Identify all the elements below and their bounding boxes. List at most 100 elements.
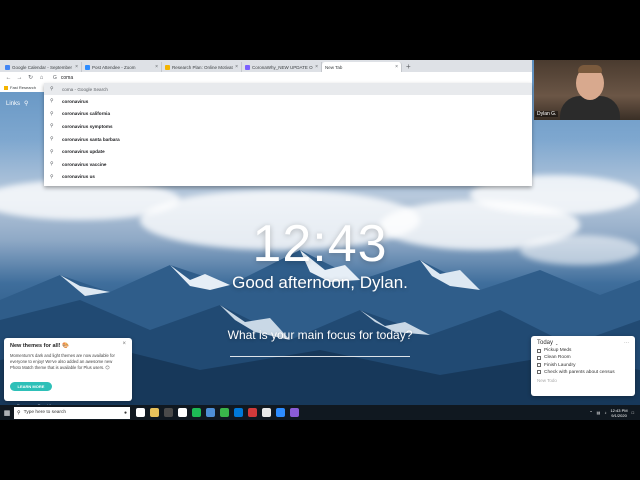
close-icon[interactable]: × — [155, 64, 158, 70]
todo-item[interactable]: Finish Laundry — [537, 363, 629, 368]
todo-title[interactable]: Today — [537, 340, 553, 346]
focus-input[interactable] — [230, 356, 410, 357]
search-icon: ⚲ — [50, 136, 54, 143]
close-icon[interactable]: × — [315, 64, 318, 70]
taskbar-app-icon[interactable] — [262, 408, 271, 417]
taskbar-app-icon[interactable] — [234, 408, 243, 417]
search-icon: ⚲ — [17, 409, 21, 416]
calendar-icon — [5, 64, 10, 70]
checkbox[interactable] — [537, 355, 541, 360]
suggestion-text: coronavirus update — [62, 149, 105, 155]
system-tray: ⌃ ▤ ♪ 12:43 PM 9/1/2020 □ — [589, 408, 640, 418]
checkbox[interactable] — [537, 370, 541, 375]
tab-new-tab[interactable]: New Tab × — [322, 62, 402, 72]
taskbar-app-icon[interactable] — [164, 408, 173, 417]
taskbar-search[interactable]: ⚲ Type here to search ● — [14, 406, 130, 419]
browser-toolbar: ← → ↻ ⌂ G coma — [0, 72, 532, 83]
close-icon[interactable]: × — [395, 64, 398, 70]
person-hair — [578, 65, 602, 73]
taskbar-app-icon[interactable] — [276, 408, 285, 417]
chevron-up-icon[interactable]: ⌃ — [589, 410, 592, 415]
todo-item[interactable]: Check with parents about census — [537, 370, 629, 375]
tab-label: New Tab — [325, 64, 343, 70]
taskbar-app-icon[interactable] — [192, 408, 201, 417]
tab-label: CoronaWhy_NEW UPDATE ON ! — [252, 64, 314, 70]
suggestion-item[interactable]: ⚲ coronavirus — [44, 95, 532, 108]
search-placeholder: Type here to search — [23, 410, 67, 415]
network-icon[interactable]: ▤ — [597, 410, 601, 415]
address-bar[interactable]: G coma — [53, 75, 73, 81]
suggestion-text: coronavirus symptoms — [62, 123, 113, 129]
close-icon[interactable]: × — [122, 341, 126, 347]
search-icon[interactable]: ⚲ — [24, 100, 28, 107]
close-icon[interactable]: × — [235, 64, 238, 70]
notifications-icon[interactable]: □ — [632, 410, 634, 415]
tab-label: Post Attendee - Zoom — [92, 64, 136, 70]
taskbar-app-icon[interactable] — [220, 408, 229, 417]
learn-more-button[interactable]: LEARN MORE — [10, 382, 52, 391]
todo-item-label: Pickup Meds — [544, 348, 572, 354]
suggestion-google-search[interactable]: ⚲ coma - Google Search — [44, 83, 532, 95]
suggestion-item[interactable]: ⚲ coronavirus us — [44, 171, 532, 184]
new-tab-button[interactable]: + — [402, 62, 415, 72]
tab-research-plan[interactable]: Research Plan: Online Motivation × — [162, 62, 242, 72]
suggestion-item[interactable]: ⚲ coronavirus vaccine — [44, 158, 532, 171]
links-button[interactable]: Links ⚲ — [6, 100, 28, 108]
windows-start-icon[interactable]: ▦ — [0, 409, 14, 417]
checkbox[interactable] — [537, 363, 541, 368]
suggestion-item[interactable]: ⚲ coronavirus santa barbara — [44, 133, 532, 146]
google-g-icon: G — [53, 74, 57, 81]
forward-arrow-icon[interactable]: → — [14, 75, 25, 81]
tab-label: Research Plan: Online Motivation — [172, 64, 234, 70]
bookmarks-bar: Fast Research — [0, 83, 44, 92]
suggestion-text: coronavirus santa barbara — [62, 136, 120, 142]
address-bar-text[interactable]: coma — [61, 75, 73, 81]
taskbar-app-icon[interactable] — [206, 408, 215, 417]
search-icon: ⚲ — [50, 86, 54, 92]
chevron-down-icon[interactable]: ⌄ — [555, 341, 558, 346]
suggestion-text: coronavirus us — [62, 174, 95, 180]
tab-coronawhy[interactable]: CoronaWhy_NEW UPDATE ON ! × — [242, 62, 322, 72]
suggestion-item[interactable]: ⚲ coronavirus symptoms — [44, 120, 532, 133]
close-icon[interactable]: × — [75, 64, 78, 70]
greeting-text: Good afternoon, Dylan. — [232, 273, 408, 292]
suggestion-item[interactable]: ⚲ coronavirus update — [44, 145, 532, 158]
taskbar-app-icon[interactable] — [136, 408, 145, 417]
taskbar-app-icon[interactable] — [248, 408, 257, 417]
new-themes-popup: New themes for all! 🎨 × Momentum's dark … — [4, 338, 132, 401]
home-icon[interactable]: ⌂ — [36, 75, 47, 81]
popup-title: New themes for all! 🎨 — [10, 343, 69, 349]
tab-zoom[interactable]: Post Attendee - Zoom × — [82, 62, 162, 72]
search-icon: ⚲ — [50, 110, 54, 117]
popup-body: Momentum's dark and light themes are now… — [10, 353, 115, 370]
suggestion-text: coronavirus — [62, 98, 89, 104]
volume-icon[interactable]: ♪ — [604, 410, 606, 415]
back-arrow-icon[interactable]: ← — [3, 75, 14, 81]
taskbar-app-icon[interactable] — [150, 408, 159, 417]
suggestion-text: coronavirus vaccine — [62, 161, 107, 167]
links-label: Links — [6, 100, 21, 107]
browser-tab-strip: Google Calendar - September 2 × Post Att… — [0, 60, 532, 72]
site-icon — [245, 64, 250, 70]
taskbar-app-icon[interactable] — [178, 408, 187, 417]
tab-label: Google Calendar - September 2 — [12, 64, 74, 70]
microphone-icon[interactable]: ● — [124, 410, 127, 416]
omnibox-suggestions: ⚲ coma - Google Search ⚲ coronavirus ⚲ c… — [44, 83, 532, 186]
todo-item[interactable]: Pickup Meds — [537, 348, 629, 353]
suggestion-text: coronavirus california — [62, 111, 110, 117]
taskbar-clock[interactable]: 12:43 PM 9/1/2020 — [610, 408, 627, 418]
checkbox[interactable] — [537, 348, 541, 353]
search-icon: ⚲ — [50, 173, 54, 180]
new-todo-input[interactable]: New Todo — [537, 378, 629, 383]
more-options-icon[interactable]: ··· — [624, 340, 629, 346]
todo-item[interactable]: Clean Room — [537, 355, 629, 360]
windows-taskbar: ▦ ⚲ Type here to search ● ⌃ ▤ ♪ 12:43 PM… — [0, 405, 640, 420]
tab-google-calendar[interactable]: Google Calendar - September 2 × — [2, 62, 82, 72]
bookmark-fast-research[interactable]: Fast Research — [10, 85, 36, 90]
reload-icon[interactable]: ↻ — [25, 74, 36, 81]
search-icon: ⚲ — [50, 148, 54, 155]
taskbar-app-icon[interactable] — [290, 408, 299, 417]
suggestion-text: coma - Google Search — [62, 86, 108, 92]
suggestion-item[interactable]: ⚲ coronavirus california — [44, 108, 532, 121]
search-icon: ⚲ — [50, 161, 54, 168]
